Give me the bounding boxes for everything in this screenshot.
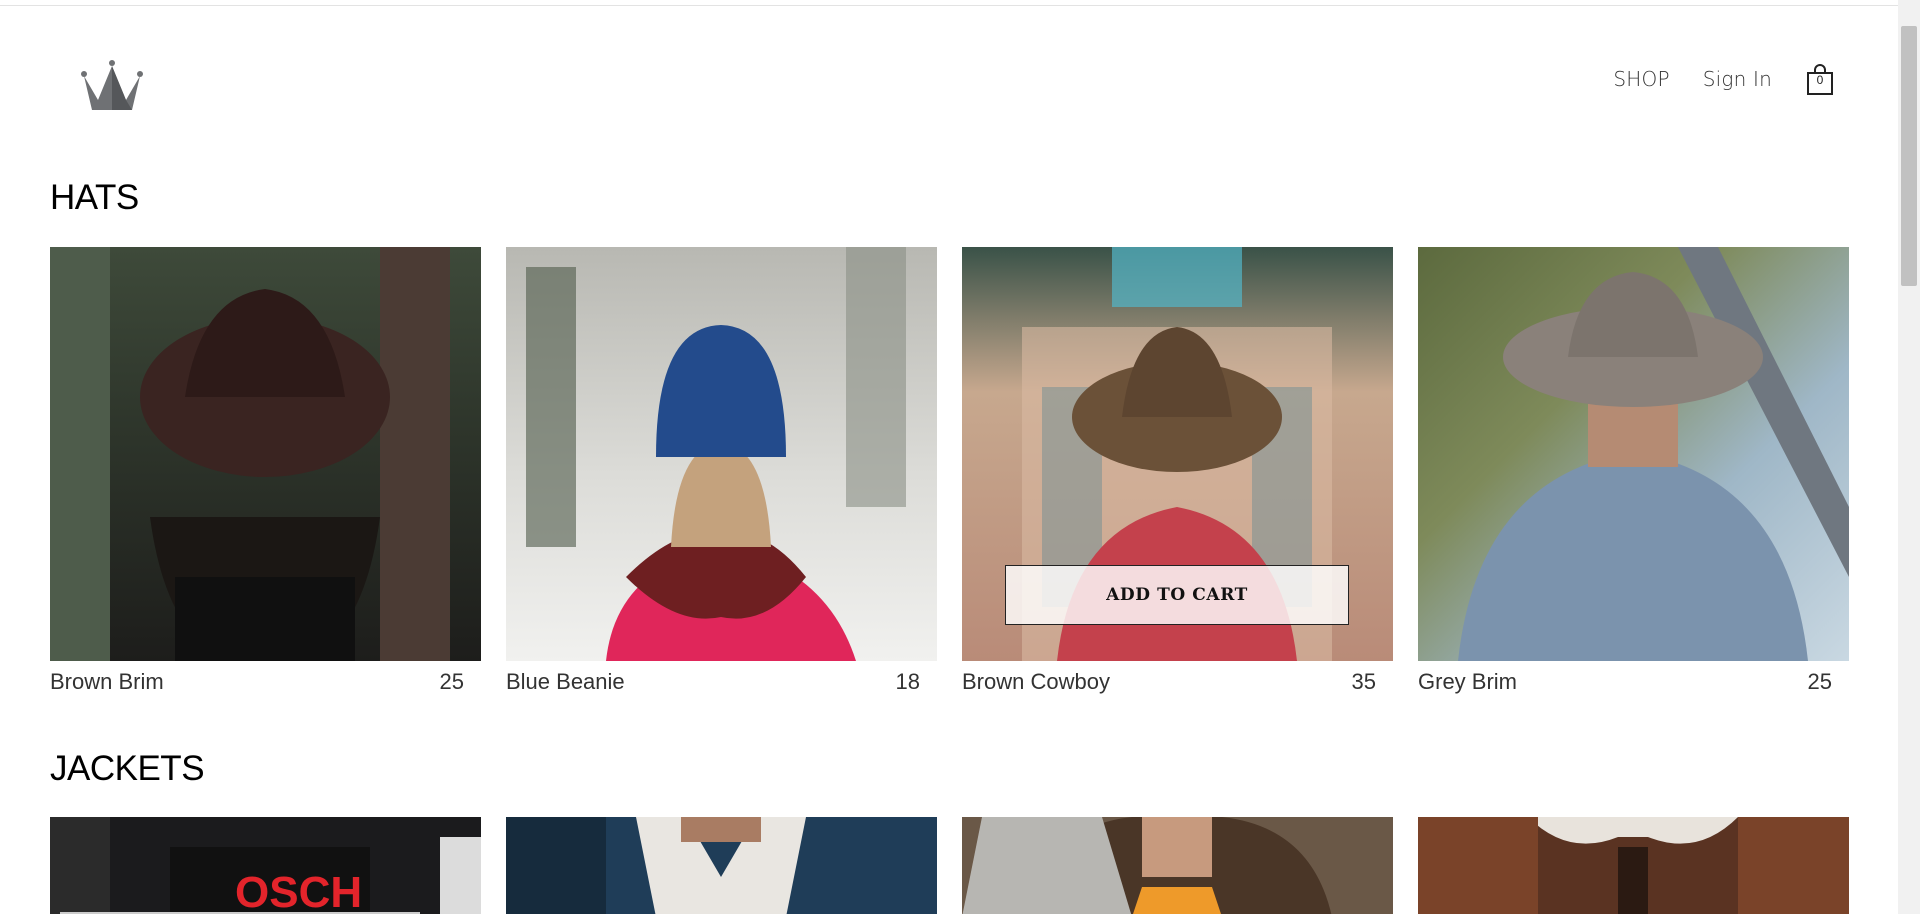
add-to-cart-button[interactable]: ADD TO CART	[1005, 565, 1349, 625]
product-name: Brown Cowboy	[962, 669, 1110, 694]
product-card[interactable]: OSCH	[50, 817, 481, 914]
product-image-blue-beanie	[506, 247, 937, 661]
vertical-scrollbar[interactable]	[1898, 0, 1920, 914]
product-name: Grey Brim	[1418, 669, 1517, 694]
section-title-hats[interactable]: HATS	[50, 178, 139, 218]
svg-text:OSCH: OSCH	[235, 868, 362, 914]
nav-sign-in-link[interactable]: Sign In	[1703, 67, 1772, 91]
product-card[interactable]	[506, 817, 937, 914]
product-card[interactable]	[962, 817, 1393, 914]
product-card[interactable]: Grey Brim 25	[1418, 247, 1849, 695]
section-title-jackets[interactable]: JACKETS	[50, 749, 205, 789]
product-card[interactable]: ADD TO CART Brown Cowboy 35	[962, 247, 1393, 695]
product-image-brown-cowboy: ADD TO CART	[962, 247, 1393, 661]
hats-grid: Brown Brim 25 Blue Beanie 18 ADD TO CART…	[50, 247, 1849, 695]
product-card[interactable]: Blue Beanie 18	[506, 247, 937, 695]
product-card[interactable]: Brown Brim 25	[50, 247, 481, 695]
product-image-jacket	[962, 817, 1393, 914]
cart-count: 0	[1816, 73, 1824, 87]
product-image-jacket	[1418, 817, 1849, 914]
product-card[interactable]	[1418, 817, 1849, 914]
nav-shop-link[interactable]: SHOP	[1613, 67, 1669, 91]
product-name: Brown Brim	[50, 669, 164, 694]
product-price: 18	[895, 669, 920, 694]
product-price: 25	[439, 669, 464, 694]
main-nav: SHOP Sign In 0	[1580, 62, 1835, 96]
product-price: 25	[1807, 669, 1832, 694]
product-image-jacket: OSCH	[50, 817, 481, 914]
product-image-grey-brim	[1418, 247, 1849, 661]
product-name: Blue Beanie	[506, 669, 625, 694]
cart-button[interactable]: 0	[1805, 62, 1835, 96]
jackets-grid: OSCH	[50, 817, 1849, 914]
scrollbar-thumb[interactable]	[1901, 26, 1917, 286]
product-price: 35	[1351, 669, 1376, 694]
browser-top-border	[0, 0, 1898, 6]
product-image-brown-brim	[50, 247, 481, 661]
product-image-jacket	[506, 817, 937, 914]
crown-logo-icon[interactable]	[78, 58, 146, 114]
